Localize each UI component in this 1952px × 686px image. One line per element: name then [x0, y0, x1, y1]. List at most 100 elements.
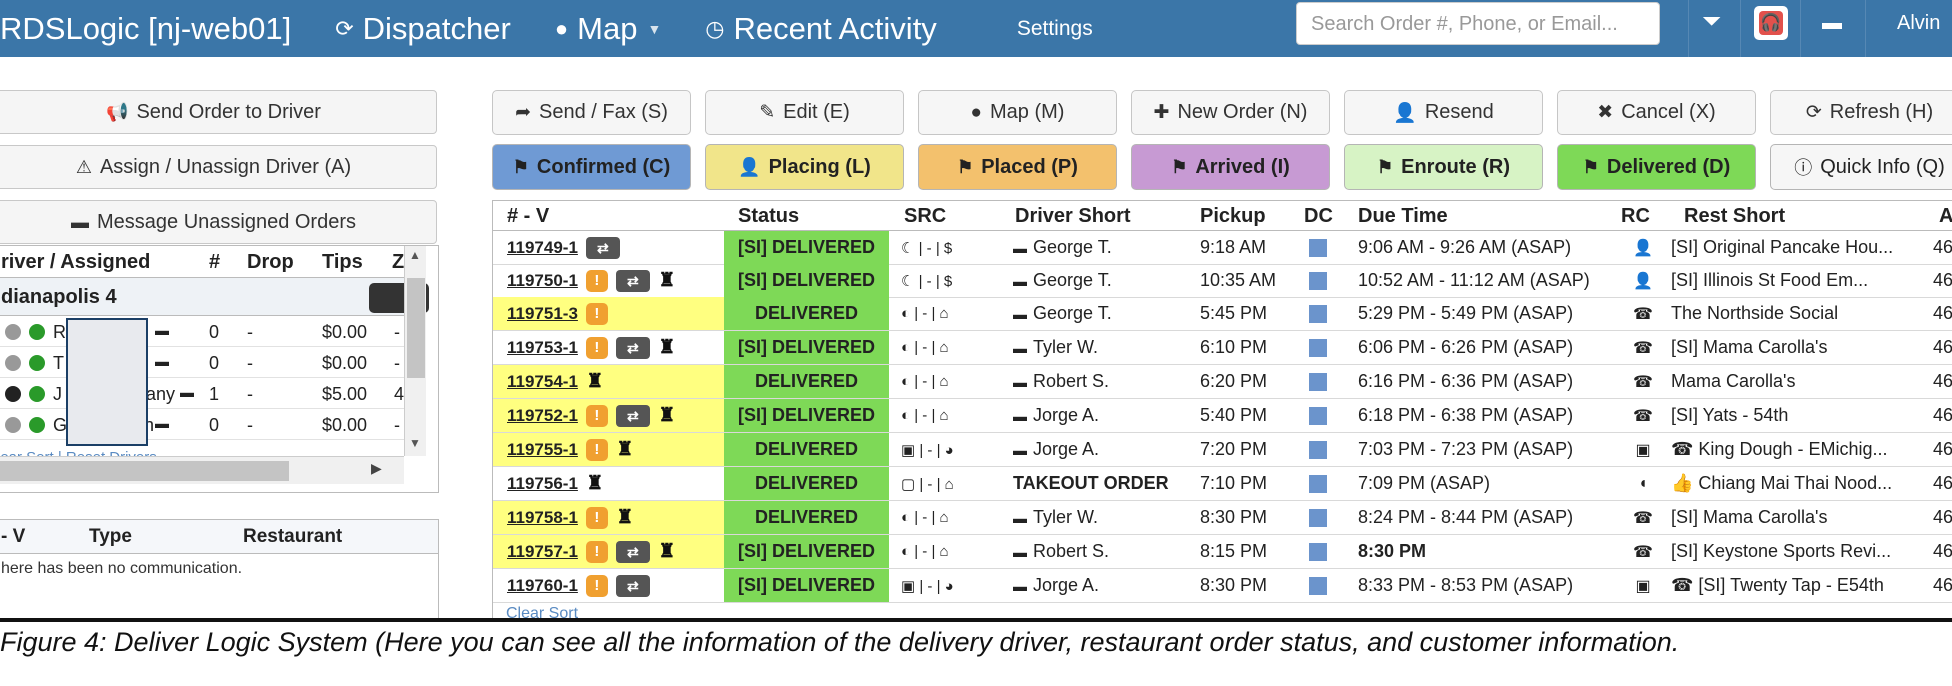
- order-id-cell[interactable]: 119750-1! ⇄ ♜: [493, 264, 724, 297]
- table-row[interactable]: 119751-3! DELIVERED ◐ | - | ⌂ ▬ George T. 5:4…: [493, 297, 1952, 331]
- col-a[interactable]: A: [1939, 205, 1952, 228]
- chat-icon[interactable]: ▬: [1013, 442, 1027, 458]
- chat-icon[interactable]: ▬: [1013, 340, 1027, 356]
- col-dc[interactable]: DC: [1304, 205, 1333, 228]
- col-tips[interactable]: Tips: [322, 251, 363, 274]
- scroll-thumb[interactable]: [0, 461, 289, 481]
- chat-icon[interactable]: ▬: [1013, 306, 1027, 322]
- scroll-thumb[interactable]: [407, 278, 425, 378]
- col-zone[interactable]: Z: [392, 251, 404, 274]
- col-driver[interactable]: river / Assigned: [1, 251, 150, 274]
- scroll-up-icon[interactable]: ▲: [409, 248, 421, 262]
- col-driver-short[interactable]: Driver Short: [1015, 205, 1131, 228]
- table-row[interactable]: 119750-1! ⇄ ♜ [SI] DELIVERED ☾ | - | $ ▬ Georg…: [493, 264, 1952, 298]
- order-id-link[interactable]: 119752-1: [507, 406, 578, 426]
- table-row[interactable]: 119752-1! ⇄ ♜ [SI] DELIVERED ◐ | - | ⌂ ▬ Jorge…: [493, 399, 1952, 433]
- col-rc[interactable]: RC: [1621, 205, 1650, 228]
- order-id-link[interactable]: 119750-1: [507, 271, 578, 291]
- driver-row[interactable]: Jany ▬ 1 - $5.00 4: [0, 378, 417, 409]
- cancel-x-button[interactable]: ✖ Cancel (X): [1557, 90, 1756, 135]
- message-unassigned-button[interactable]: ▬ Message Unassigned Orders: [0, 200, 437, 244]
- col-due-time[interactable]: Due Time: [1358, 205, 1448, 228]
- nav-map[interactable]: ● Map ▼: [555, 11, 661, 47]
- col-restaurant[interactable]: Restaurant: [243, 526, 342, 548]
- order-id-link[interactable]: 119754-1: [507, 372, 578, 392]
- filter-arrived-i[interactable]: ⚑ Arrived (I): [1131, 144, 1330, 190]
- table-row[interactable]: 119754-1 ♜ DELIVERED ◐ | - | ⌂ ▬ Robert S. 6:2…: [493, 365, 1952, 399]
- col-order-id[interactable]: # - V: [507, 205, 549, 228]
- order-id-link[interactable]: 119751-3: [507, 304, 578, 324]
- col-status[interactable]: Status: [738, 205, 799, 228]
- table-row[interactable]: 119756-1 ♜ DELIVERED ▢ | - | ⌂ TAKEOUT ORDER…: [493, 467, 1952, 501]
- send-fax-s-button[interactable]: ➦ Send / Fax (S): [492, 90, 691, 135]
- new-order-n-button[interactable]: ✚ New Order (N): [1131, 90, 1330, 135]
- scroll-down-icon[interactable]: ▼: [409, 436, 421, 450]
- send-order-to-driver-button[interactable]: 📢 Send Order to Driver: [0, 90, 437, 134]
- chat-icon[interactable]: ▬: [1013, 544, 1027, 560]
- col-rest-short[interactable]: Rest Short: [1684, 205, 1785, 228]
- order-id-link[interactable]: 119760-1: [507, 576, 578, 596]
- table-row[interactable]: 119755-1! ♜ DELIVERED ▣ | - | ◕ ▬ Jorge A. 7:2…: [493, 433, 1952, 467]
- driver-group-row[interactable]: dianapolis 4: [0, 278, 429, 316]
- col-pickup[interactable]: Pickup: [1200, 205, 1266, 228]
- chat-icon[interactable]: ▬: [1013, 578, 1027, 594]
- order-id-cell[interactable]: 119751-3!: [493, 297, 724, 330]
- filter-quick-info-q[interactable]: ⓘ Quick Info (Q): [1770, 144, 1952, 190]
- map-m-button[interactable]: ● Map (M): [918, 90, 1117, 135]
- search-input[interactable]: Search Order #, Phone, or Email...: [1296, 2, 1660, 45]
- filter-confirmed-c[interactable]: ⚑ Confirmed (C): [492, 144, 691, 190]
- filter-icon[interactable]: ⏷: [1702, 8, 1721, 36]
- driver-row[interactable]: Rs▬0-$0.00-: [0, 316, 417, 347]
- chat-icon[interactable]: ▬: [180, 384, 194, 400]
- order-id-cell[interactable]: 119757-1! ⇄ ♜: [493, 535, 724, 568]
- order-id-link[interactable]: 119758-1: [507, 508, 578, 528]
- chat-icon[interactable]: ▬: [155, 415, 169, 431]
- chat-icon[interactable]: ▬: [155, 353, 169, 369]
- order-id-cell[interactable]: 119760-1! ⇄: [493, 569, 724, 602]
- filter-delivered-d[interactable]: ⚑ Delivered (D): [1557, 144, 1756, 190]
- col-type[interactable]: Type: [89, 526, 132, 548]
- horizontal-scrollbar[interactable]: ▶: [0, 456, 404, 484]
- chat-icon[interactable]: ▬: [155, 322, 169, 338]
- headset-button[interactable]: 🎧: [1754, 6, 1788, 40]
- chat-icon[interactable]: ▬: [1013, 273, 1027, 289]
- table-row[interactable]: 119753-1! ⇄ ♜ [SI] DELIVERED ◐ | - | ⌂ ▬ Tyler…: [493, 331, 1952, 365]
- filter-placing-l[interactable]: 👤 Placing (L): [705, 144, 904, 190]
- edit-e-button[interactable]: ✎ Edit (E): [705, 90, 904, 135]
- order-id-cell[interactable]: 119756-1 ♜: [493, 467, 724, 500]
- table-row[interactable]: 119749-1 ⇄ [SI] DELIVERED ☾ | - | $ ▬ George …: [493, 231, 1952, 265]
- table-row[interactable]: 119758-1! ♜ DELIVERED ◐ | - | ⌂ ▬ Tyler W. 8:3…: [493, 501, 1952, 535]
- nav-recent-activity[interactable]: ◷ Recent Activity: [705, 11, 937, 47]
- order-id-link[interactable]: 119757-1: [507, 542, 578, 562]
- order-id-link[interactable]: 119749-1: [507, 238, 578, 258]
- user-menu[interactable]: Alvin: [1897, 12, 1940, 35]
- order-id-cell[interactable]: 119752-1! ⇄ ♜: [493, 399, 724, 432]
- chat-icon[interactable]: ▬: [1013, 408, 1027, 424]
- col-v[interactable]: - V: [1, 526, 25, 548]
- driver-row[interactable]: Gan▬0-$0.00-: [0, 409, 417, 440]
- chat-icon[interactable]: ▬: [1013, 510, 1027, 526]
- order-id-cell[interactable]: 119753-1! ⇄ ♜: [493, 331, 724, 364]
- filter-enroute-r[interactable]: ⚑ Enroute (R): [1344, 144, 1543, 190]
- chat-icon[interactable]: ▬: [1013, 240, 1027, 256]
- filter-placed-p[interactable]: ⚑ Placed (P): [918, 144, 1117, 190]
- nav-settings[interactable]: Settings: [1017, 17, 1093, 41]
- nav-dispatcher[interactable]: ⟳ Dispatcher: [335, 11, 511, 47]
- order-id-cell[interactable]: 119754-1 ♜: [493, 365, 724, 398]
- order-id-cell[interactable]: 119755-1! ♜: [493, 433, 724, 466]
- order-id-link[interactable]: 119755-1: [507, 440, 578, 460]
- driver-row[interactable]: T ▬ 0 - $0.00 -: [0, 347, 417, 378]
- scroll-right-icon[interactable]: ▶: [371, 460, 382, 477]
- order-id-cell[interactable]: 119749-1 ⇄: [493, 231, 724, 264]
- table-row[interactable]: 119757-1! ⇄ ♜ [SI] DELIVERED ◐ | - | ⌂ ▬ Rober…: [493, 535, 1952, 569]
- refresh-h-button[interactable]: ⟳ Refresh (H): [1770, 90, 1952, 135]
- app-brand[interactable]: RDSLogic [nj-web01]: [0, 11, 291, 47]
- chat-icon[interactable]: ▬: [1013, 374, 1027, 390]
- assign-driver-button[interactable]: ⚠ Assign / Unassign Driver (A): [0, 145, 437, 189]
- resend-button[interactable]: 👤 Resend: [1344, 90, 1543, 135]
- table-row[interactable]: 119760-1! ⇄ [SI] DELIVERED ▣ | - | ◕ ▬ Jorge …: [493, 569, 1952, 603]
- col-count[interactable]: #: [209, 251, 220, 274]
- col-src[interactable]: SRC: [904, 205, 946, 228]
- order-id-cell[interactable]: 119758-1! ♜: [493, 501, 724, 534]
- vertical-scrollbar[interactable]: ▲ ▼: [404, 246, 426, 456]
